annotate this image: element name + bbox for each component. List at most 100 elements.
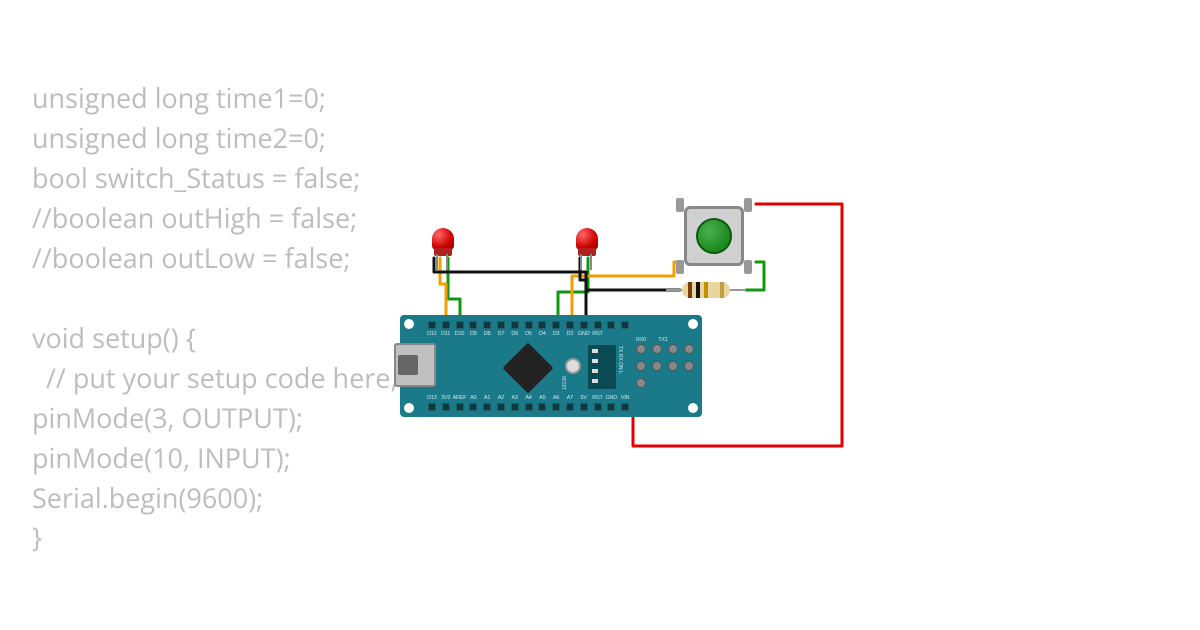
pin[interactable] — [566, 403, 574, 411]
resistor-lead — [730, 289, 746, 291]
pad-icon — [668, 344, 678, 354]
pin[interactable] — [511, 403, 519, 411]
button-leg — [676, 260, 684, 274]
pin-label: 5V — [577, 395, 591, 401]
resistor-band — [696, 282, 700, 298]
pin-label: A1 — [480, 395, 494, 401]
pin-label: 3V3 — [439, 395, 453, 401]
resistor-band — [704, 282, 708, 298]
pin-label: A2 — [494, 395, 508, 401]
usb-inner — [398, 355, 418, 375]
pin-label: A7 — [563, 395, 577, 401]
smd-led-icon — [592, 359, 598, 363]
board-hole-icon — [404, 319, 414, 329]
pin[interactable] — [621, 321, 629, 329]
pin[interactable] — [483, 403, 491, 411]
pin-label: VIN — [618, 395, 632, 401]
pin-label: A4 — [522, 395, 536, 401]
pin-label: D8 — [480, 331, 494, 337]
board-hole-icon — [688, 403, 698, 413]
pin[interactable] — [621, 403, 629, 411]
pin[interactable] — [456, 403, 464, 411]
code-line: bool switch_Status = false; — [32, 159, 360, 196]
pin[interactable] — [456, 321, 464, 329]
pin[interactable] — [580, 403, 588, 411]
pin[interactable] — [497, 403, 505, 411]
pin[interactable] — [607, 321, 615, 329]
pin-label: D2 — [563, 331, 577, 337]
resistor-band — [720, 282, 724, 298]
led-1[interactable] — [432, 228, 454, 256]
pin-row-top — [428, 321, 629, 329]
pin[interactable] — [428, 321, 436, 329]
pin-label: D4 — [535, 331, 549, 337]
pin[interactable] — [552, 321, 560, 329]
pin-label: D10 — [453, 331, 467, 337]
button-leg — [744, 260, 752, 274]
pin[interactable] — [525, 403, 533, 411]
pin[interactable] — [469, 321, 477, 329]
pin[interactable] — [538, 321, 546, 329]
pin-label: GND — [604, 395, 618, 401]
pin[interactable] — [552, 403, 560, 411]
code-line: unsigned long time1=0; — [32, 79, 326, 116]
pin[interactable] — [607, 403, 615, 411]
pin-label: AREF — [453, 395, 467, 401]
pin[interactable] — [594, 403, 602, 411]
pin[interactable] — [442, 403, 450, 411]
icsp-pads — [636, 344, 694, 388]
pin-label: A0 — [466, 395, 480, 401]
reset-button[interactable] — [565, 358, 581, 374]
pin[interactable] — [538, 403, 546, 411]
pin[interactable] — [442, 321, 450, 329]
pin[interactable] — [511, 321, 519, 329]
pad-icon — [636, 344, 646, 354]
pin-row-bottom — [428, 403, 629, 411]
resistor-lead — [666, 289, 682, 291]
board-hole-icon — [404, 403, 414, 413]
pin-labels-top: D12 D11 D10 D9 D8 D7 D6 D5 D4 D3 D2 GND … — [425, 331, 604, 337]
code-line: pinMode(10, INPUT); — [32, 439, 291, 476]
pin-label: D13 — [425, 395, 439, 401]
led-2[interactable] — [576, 228, 598, 256]
pushbutton[interactable] — [678, 200, 750, 272]
indicator-labels: TX RX ON L — [617, 346, 623, 374]
pin[interactable] — [525, 321, 533, 329]
pin[interactable] — [497, 321, 505, 329]
pin[interactable] — [483, 321, 491, 329]
button-leg — [676, 198, 684, 212]
pin[interactable] — [469, 403, 477, 411]
circuit-canvas[interactable]: D12 D11 D10 D9 D8 D7 D6 D5 D4 D3 D2 GND … — [400, 210, 900, 470]
button-cap-icon[interactable] — [696, 218, 732, 254]
pin[interactable] — [428, 403, 436, 411]
smd-led-icon — [592, 369, 598, 373]
code-line: //boolean outLow = false; — [32, 239, 351, 276]
pin-label: D12 — [425, 331, 439, 337]
led-leg — [580, 254, 582, 270]
button-leg — [744, 198, 752, 212]
pin-label: RST — [591, 395, 605, 401]
wire-led1-signal — [448, 258, 460, 321]
code-line: unsigned long time2=0; — [32, 119, 326, 156]
pad-icon — [636, 361, 646, 371]
pin[interactable] — [566, 321, 574, 329]
code-line: Serial.begin(9600); — [32, 479, 263, 516]
code-line: pinMode(3, OUTPUT); — [32, 399, 303, 436]
board-hole-icon — [688, 319, 698, 329]
led-leg — [590, 254, 592, 270]
pin[interactable] — [580, 321, 588, 329]
smd-led-icon — [592, 379, 598, 383]
pad-icon — [652, 361, 662, 371]
wire-led1-gnd — [434, 258, 586, 321]
resistor[interactable] — [666, 280, 746, 300]
smd-block — [588, 345, 616, 389]
pin-label: RST — [591, 331, 605, 337]
pin-label: D7 — [494, 331, 508, 337]
smd-led-icon — [592, 349, 598, 353]
pin-label: D11 — [439, 331, 453, 337]
led-bulb-icon — [576, 228, 598, 250]
pin[interactable] — [594, 321, 602, 329]
usb-port-icon — [394, 343, 436, 387]
resistor-body — [682, 282, 730, 298]
pin-label: RX0 — [632, 337, 650, 343]
